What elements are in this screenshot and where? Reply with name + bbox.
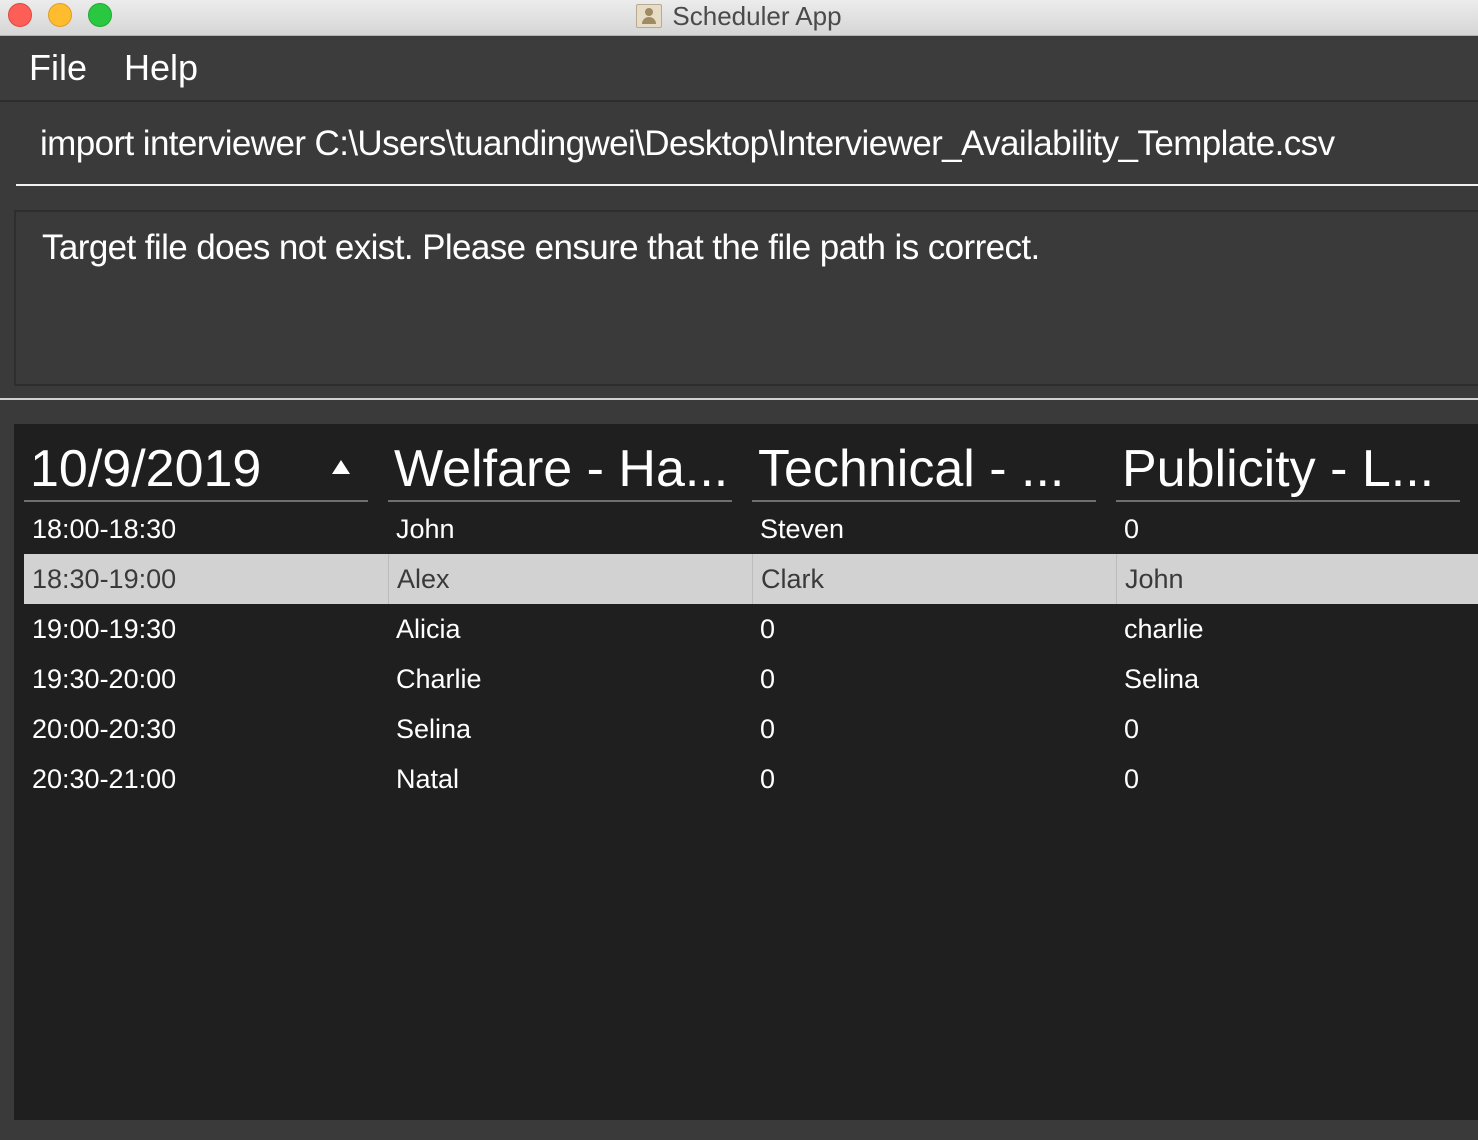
table-cell: Charlie <box>396 664 482 694</box>
table-cell: Selina <box>1124 664 1200 694</box>
table-cell: 0 <box>1124 714 1140 744</box>
table-cell-timeslot: 18:00-18:30 <box>32 514 177 544</box>
command-input[interactable] <box>16 104 1478 186</box>
table-cell: Steven <box>760 514 845 544</box>
table-row[interactable]: 19:30-20:00 Charlie 0 Selina <box>24 654 1478 704</box>
table-cell: 0 <box>760 614 776 644</box>
table-cell: charlie <box>1124 614 1204 644</box>
sort-ascending-icon <box>332 460 350 474</box>
schedule-table: 10/9/2019 Welfare - Ha... Technical - ..… <box>14 424 1478 1120</box>
column-header-label: Publicity - L... <box>1122 440 1435 498</box>
window-bottom-edge <box>0 1120 1478 1140</box>
table-cell: 0 <box>760 664 776 694</box>
column-header-label: Welfare - Ha... <box>394 440 729 498</box>
table-cell: Natal <box>396 764 460 794</box>
column-header-label: Technical - ... <box>758 440 1065 498</box>
table-row[interactable]: 20:30-21:00 Natal 0 0 <box>24 754 1478 804</box>
table-row-selected[interactable]: 18:30-19:00 Alex Clark John <box>24 554 1478 604</box>
table-cell-timeslot: 18:30-19:00 <box>32 564 177 594</box>
table-cell: 0 <box>1124 514 1140 544</box>
column-header-date[interactable]: 10/9/2019 <box>24 438 368 502</box>
column-header-technical[interactable]: Technical - ... <box>752 438 1096 502</box>
table-cell-timeslot: 20:30-21:00 <box>32 764 177 794</box>
table-cell: Selina <box>396 714 472 744</box>
table-cell-timeslot: 20:00-20:30 <box>32 714 177 744</box>
table-cell-timeslot: 19:00-19:30 <box>32 614 177 644</box>
table-row[interactable]: 19:00-19:30 Alicia 0 charlie <box>24 604 1478 654</box>
table-cell-timeslot: 19:30-20:00 <box>32 664 177 694</box>
result-message: Target file does not exist. Please ensur… <box>42 228 1040 267</box>
command-box <box>0 104 1478 198</box>
table-cell: 0 <box>1124 764 1140 794</box>
table-body: 18:00-18:30 John Steven 0 18:30-19:00 Al… <box>24 504 1478 804</box>
table-cell: Alex <box>388 554 752 604</box>
column-header-label: 10/9/2019 <box>30 440 262 498</box>
table-cell: Clark <box>752 554 1116 604</box>
title-bar: Scheduler App <box>0 0 1478 36</box>
panel-divider[interactable] <box>0 398 1478 400</box>
menu-file[interactable]: File <box>29 48 87 88</box>
table-cell: John <box>1116 554 1478 604</box>
menu-bar: File Help <box>0 36 1478 102</box>
menu-help[interactable]: Help <box>124 48 198 88</box>
table-cell: Alicia <box>396 614 461 644</box>
table-cell: 0 <box>760 714 776 744</box>
window-title: Scheduler App <box>672 0 842 31</box>
table-header: 10/9/2019 Welfare - Ha... Technical - ..… <box>24 438 1478 502</box>
column-header-welfare[interactable]: Welfare - Ha... <box>388 438 732 502</box>
table-row[interactable]: 20:00-20:30 Selina 0 0 <box>24 704 1478 754</box>
table-cell: 0 <box>760 764 776 794</box>
window-title-wrap: Scheduler App <box>0 0 1478 32</box>
table-row[interactable]: 18:00-18:30 John Steven 0 <box>24 504 1478 554</box>
table-cell: John <box>396 514 455 544</box>
column-header-publicity[interactable]: Publicity - L... <box>1116 438 1460 502</box>
contacts-book-icon <box>636 4 663 28</box>
result-display[interactable]: Target file does not exist. Please ensur… <box>14 210 1478 386</box>
